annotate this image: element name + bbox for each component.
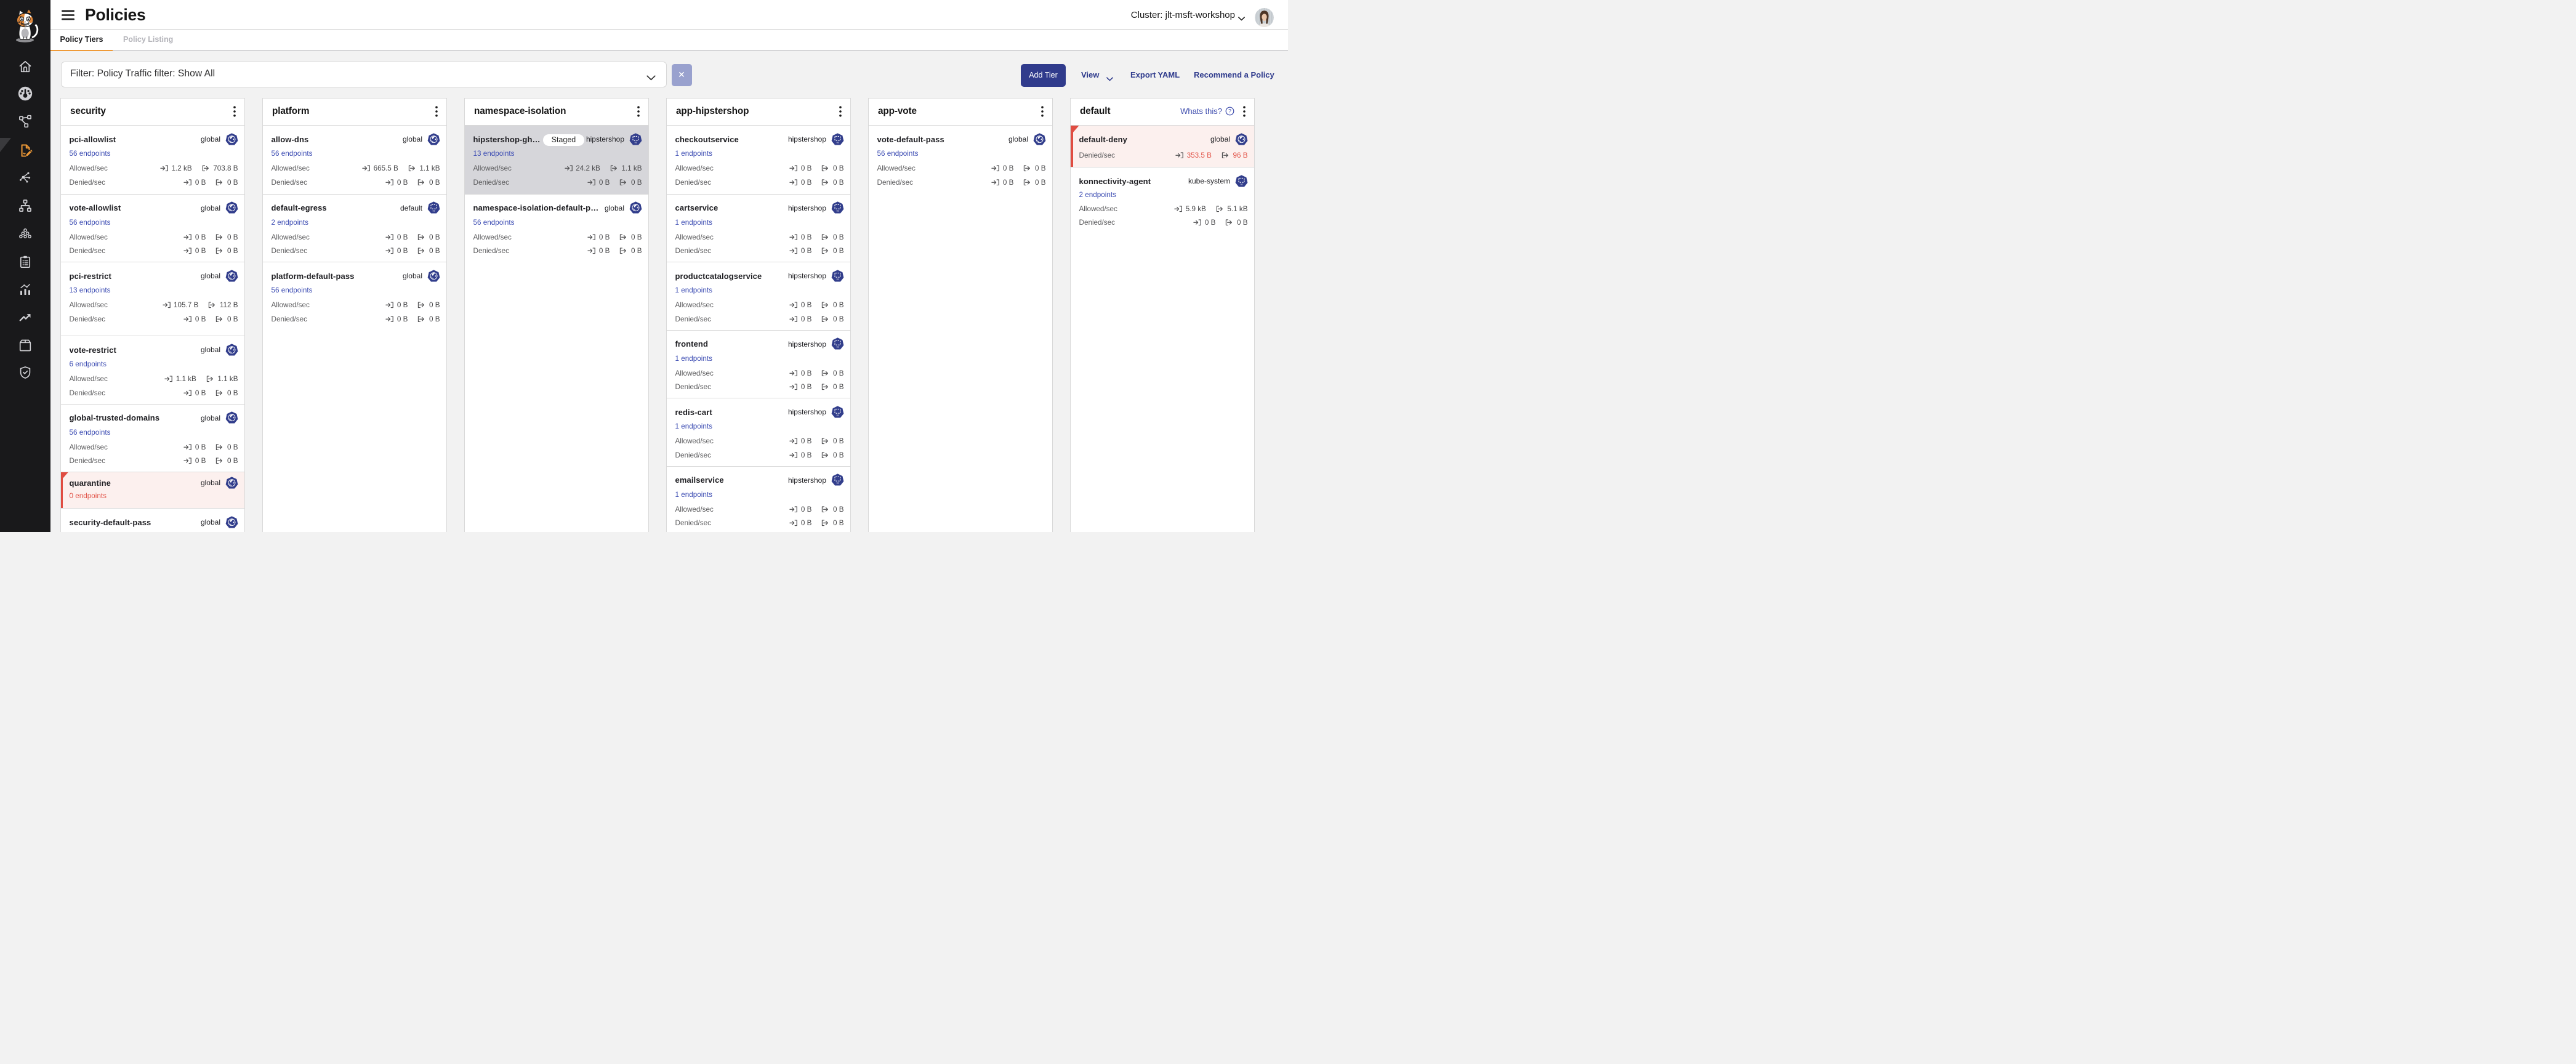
- svg-text:ns: ns: [433, 210, 435, 212]
- svg-text:ns: ns: [837, 346, 839, 349]
- svg-text:ns: ns: [635, 141, 637, 143]
- svg-text:ns: ns: [837, 414, 839, 416]
- svg-text:?: ?: [1228, 108, 1231, 115]
- svg-text:ns: ns: [1241, 183, 1243, 185]
- svg-text:ns: ns: [837, 278, 839, 280]
- svg-text:ns: ns: [837, 482, 839, 485]
- svg-text:ns: ns: [837, 210, 839, 212]
- svg-text:ns: ns: [837, 141, 839, 143]
